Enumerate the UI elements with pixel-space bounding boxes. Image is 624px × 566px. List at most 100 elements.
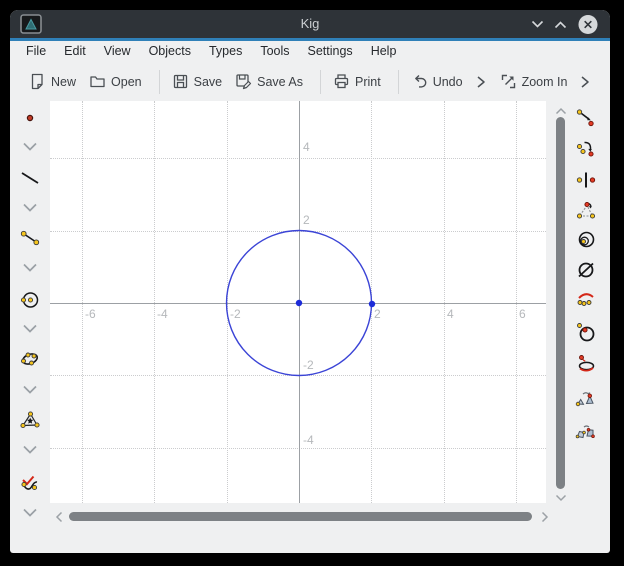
polygon-icon xyxy=(19,409,41,431)
menu-view[interactable]: View xyxy=(95,41,140,62)
chevron-down-icon xyxy=(21,141,39,153)
chevron-down-icon xyxy=(21,202,39,214)
main-toolbar: New Open Save Save As Print Undo xyxy=(10,62,610,101)
inversion-tool-button[interactable] xyxy=(575,229,597,251)
inversion-icon xyxy=(575,229,597,251)
zoom-in-icon xyxy=(500,73,517,90)
scale-tool-button[interactable] xyxy=(575,199,597,221)
close-button[interactable] xyxy=(578,14,598,34)
minimize-button[interactable] xyxy=(527,14,547,34)
screen: Kig File Edit View Objects Types Tools S… xyxy=(0,0,624,566)
conic-icon xyxy=(19,348,41,370)
save-as-icon xyxy=(235,73,252,90)
kig-window: Kig File Edit View Objects Types Tools S… xyxy=(10,10,610,553)
scroll-left-button[interactable] xyxy=(52,510,66,524)
similitude-tool-button[interactable] xyxy=(575,289,597,311)
folder-open-icon xyxy=(89,73,106,90)
point-tool-button[interactable] xyxy=(19,107,41,129)
menu-settings[interactable]: Settings xyxy=(299,41,362,62)
line-tools-dropdown[interactable] xyxy=(19,197,41,219)
chevron-down-icon xyxy=(531,20,544,29)
polygon-tool-button[interactable] xyxy=(19,409,41,431)
menu-edit[interactable]: Edit xyxy=(55,41,95,62)
cubic-curve-tool-button[interactable] xyxy=(19,472,41,494)
save-icon xyxy=(172,73,189,90)
menu-objects[interactable]: Objects xyxy=(140,41,200,62)
segment-tool-button[interactable] xyxy=(19,227,41,249)
titlebar[interactable]: Kig xyxy=(10,10,610,38)
circle-tool-button[interactable] xyxy=(19,289,41,311)
chevron-right-icon xyxy=(541,511,549,523)
polygon-tools-dropdown[interactable] xyxy=(19,439,41,461)
chevron-left-icon xyxy=(55,511,63,523)
scroll-up-button[interactable] xyxy=(554,104,568,118)
scroll-down-button[interactable] xyxy=(554,491,568,505)
projectivity-4-points-icon xyxy=(575,421,597,443)
vertical-scrollbar-thumb[interactable] xyxy=(556,117,565,489)
document-new-icon xyxy=(29,73,46,90)
menu-tools[interactable]: Tools xyxy=(251,41,298,62)
open-button[interactable]: Open xyxy=(89,73,142,90)
new-button[interactable]: New xyxy=(29,73,76,90)
toolbar-overflow-button[interactable] xyxy=(580,75,591,89)
curve-tools-dropdown[interactable] xyxy=(19,502,41,524)
line-tool-button[interactable] xyxy=(19,167,41,189)
rotate-tool-button[interactable] xyxy=(575,138,597,160)
projectivity-4-points-tool-button[interactable] xyxy=(575,421,597,443)
chevron-down-icon xyxy=(21,507,39,519)
chevron-up-icon xyxy=(555,107,567,115)
chevron-down-icon xyxy=(21,444,39,456)
menu-help[interactable]: Help xyxy=(362,41,406,62)
rotate-icon xyxy=(575,138,597,160)
segment-icon xyxy=(19,227,41,249)
projective-rotation-icon xyxy=(575,353,597,375)
point-tools-dropdown[interactable] xyxy=(19,136,41,158)
circle-tools-dropdown[interactable] xyxy=(19,318,41,340)
radius-point-object[interactable] xyxy=(369,301,375,307)
harmonic-homology-icon xyxy=(575,321,597,343)
chevron-right-icon xyxy=(476,75,487,89)
save-button[interactable]: Save xyxy=(172,73,223,90)
harmonic-homology-tool-button[interactable] xyxy=(575,321,597,343)
similitude-icon xyxy=(575,289,597,311)
scroll-right-button[interactable] xyxy=(538,510,552,524)
menu-file[interactable]: File xyxy=(17,41,55,62)
reflect-tool-button[interactable] xyxy=(575,169,597,191)
toolbar-separator xyxy=(398,70,399,94)
print-button[interactable]: Print xyxy=(333,73,381,90)
segment-tools-dropdown[interactable] xyxy=(19,257,41,279)
menu-types[interactable]: Types xyxy=(200,41,251,62)
affinity-3-points-icon xyxy=(575,388,597,410)
chevron-down-icon xyxy=(21,323,39,335)
conic-tools-dropdown[interactable] xyxy=(19,379,41,401)
window-title: Kig xyxy=(10,10,610,38)
circle-icon xyxy=(19,289,41,311)
generic-affinity-tool-button[interactable] xyxy=(575,259,597,281)
close-icon xyxy=(578,14,598,35)
undo-icon xyxy=(411,73,428,90)
translate-tool-button[interactable] xyxy=(575,107,597,129)
point-icon xyxy=(19,107,41,129)
horizontal-scrollbar-thumb[interactable] xyxy=(69,512,532,521)
toolbar-separator xyxy=(320,70,321,94)
geometry-canvas[interactable]: -6 -4 -2 2 4 6 4 2 -2 -4 xyxy=(50,101,546,503)
center-point-object[interactable] xyxy=(296,300,302,306)
chevron-down-icon xyxy=(21,384,39,396)
toolbar-overflow-button[interactable] xyxy=(476,75,487,89)
save-as-button[interactable]: Save As xyxy=(235,73,303,90)
line-icon xyxy=(19,167,41,189)
menubar: File Edit View Objects Types Tools Setti… xyxy=(10,41,610,62)
crossed-circle-icon xyxy=(575,259,597,281)
toolbar-separator xyxy=(159,70,160,94)
chevron-right-icon xyxy=(580,75,591,89)
scale-icon xyxy=(575,199,597,221)
maximize-button[interactable] xyxy=(550,14,570,34)
chevron-up-icon xyxy=(554,20,567,29)
conic-tool-button[interactable] xyxy=(19,348,41,370)
projective-rotation-tool-button[interactable] xyxy=(575,353,597,375)
zoom-in-button[interactable]: Zoom In xyxy=(500,73,568,90)
print-icon xyxy=(333,73,350,90)
cubic-curve-icon xyxy=(19,472,41,494)
affinity-3-points-tool-button[interactable] xyxy=(575,388,597,410)
undo-button[interactable]: Undo xyxy=(411,73,463,90)
